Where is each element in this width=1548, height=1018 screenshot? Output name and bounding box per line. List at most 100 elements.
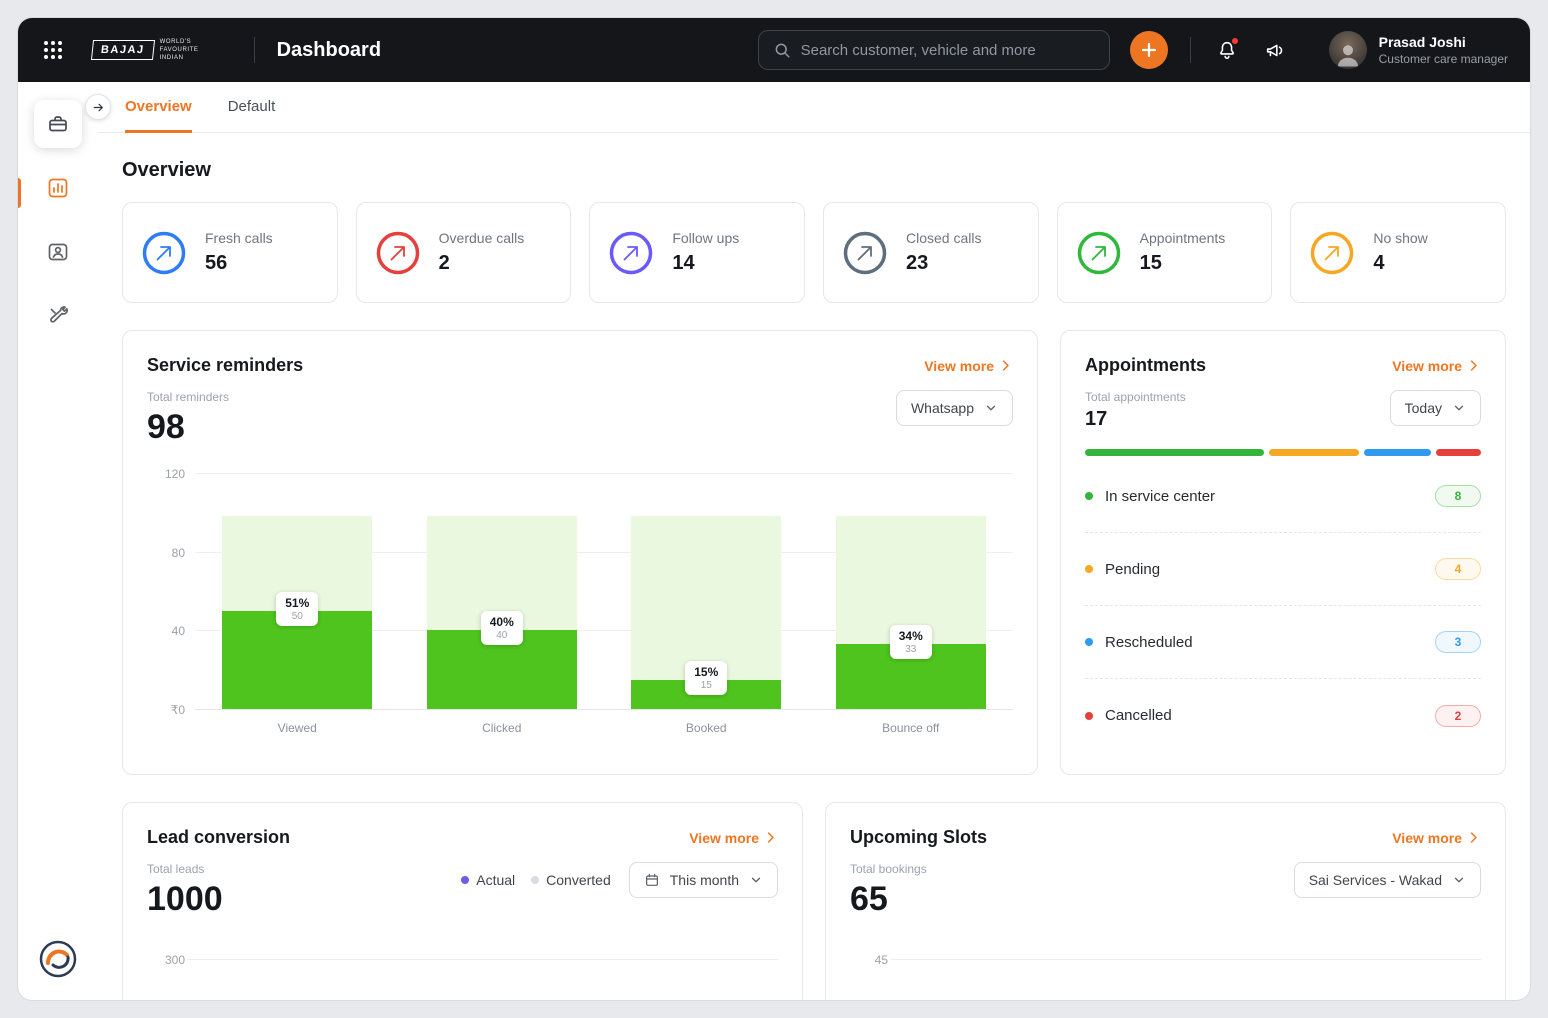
- appointments-total: Total appointments 17: [1085, 390, 1186, 431]
- view-more-label: View more: [924, 357, 994, 374]
- channel-filter-dropdown[interactable]: Whatsapp: [895, 390, 1013, 426]
- brand-roundel-logo[interactable]: [38, 939, 78, 984]
- apps-grid-button[interactable]: [40, 37, 66, 63]
- stat-label: No show: [1373, 230, 1428, 246]
- app-body: Overview Default Overview Fresh calls 56: [18, 82, 1530, 1000]
- legend-dot: [461, 876, 470, 884]
- service-reminders-card: Service reminders View more Total remind…: [122, 330, 1038, 775]
- bar-percent-label: 15%: [694, 664, 719, 679]
- middle-row: Service reminders View more Total remind…: [122, 330, 1506, 775]
- appointments-bar-segment: [1363, 449, 1432, 456]
- period-filter-dropdown[interactable]: This month: [628, 862, 778, 898]
- upcoming-slots-card: Upcoming Slots View more Total bookings …: [825, 802, 1506, 1000]
- notification-badge-dot: [1230, 37, 1239, 45]
- location-filter-dropdown[interactable]: Sai Services - Wakad: [1293, 862, 1481, 898]
- total-value: 17: [1085, 408, 1108, 430]
- upcoming-slots-chart: 45: [875, 953, 1481, 1000]
- sidebar-item-contacts[interactable]: [34, 228, 82, 276]
- stat-value: 4: [1373, 252, 1385, 274]
- x-axis-labels: Viewed Clicked Booked Bounce off: [195, 721, 1013, 735]
- stat-value: 23: [906, 252, 929, 274]
- user-menu[interactable]: Prasad Joshi Customer care manager: [1328, 31, 1508, 69]
- chevron-right-icon: [1470, 832, 1477, 843]
- bajaj-logo: BAJAJ WORLD'S FAVOURITE INDIAN: [90, 38, 214, 62]
- add-button[interactable]: [1129, 31, 1168, 69]
- status-dot: [1085, 565, 1093, 573]
- user-avatar[interactable]: [1328, 31, 1367, 69]
- trend-ring-icon: [843, 231, 887, 274]
- person-icon: [1337, 45, 1358, 67]
- bar-column-booked[interactable]: 15% 15: [631, 473, 782, 709]
- x-axis-label: Viewed: [277, 721, 317, 735]
- announcements-button[interactable]: [1261, 36, 1289, 64]
- total-value: 98: [147, 408, 185, 446]
- user-meta: Prasad Joshi Customer care manager: [1379, 34, 1508, 66]
- chevron-down-icon: [1454, 877, 1464, 883]
- bar-column-bounce-off[interactable]: 34% 33: [835, 473, 986, 709]
- stat-card-follow-ups[interactable]: Follow ups 14: [589, 202, 805, 303]
- plus-icon: [1141, 42, 1156, 58]
- y-axis-tick: 40: [171, 624, 185, 639]
- notifications-button[interactable]: [1213, 36, 1241, 64]
- bottom-row: Lead conversion View more Total leads 10…: [122, 802, 1506, 1000]
- appointments-stacked-bar: [1085, 449, 1481, 456]
- bar-count-label: 40: [496, 630, 508, 642]
- sidebar-item-services[interactable]: [34, 292, 82, 340]
- topbar-divider: [1189, 37, 1191, 63]
- service-reminders-view-more-link[interactable]: View more: [924, 358, 1013, 374]
- appointments-bar-segment: [1085, 449, 1265, 456]
- stat-label: Appointments: [1139, 230, 1226, 246]
- sidebar-item-dashboard[interactable]: [34, 164, 82, 212]
- bar-percent-label: 34%: [898, 629, 923, 644]
- stat-card-fresh-calls[interactable]: Fresh calls 56: [122, 202, 338, 303]
- bar-percent-label: 40%: [489, 615, 514, 630]
- appointments-view-more-link[interactable]: View more: [1392, 358, 1481, 374]
- sidebar-item-workshop[interactable]: [34, 100, 82, 148]
- page-title: Dashboard: [276, 38, 382, 61]
- bar-column-clicked[interactable]: 40% 40: [426, 473, 577, 709]
- sidebar-collapse-button[interactable]: [85, 94, 111, 120]
- card-title: Service reminders: [147, 355, 304, 375]
- appointment-status-row[interactable]: In service center 8: [1085, 460, 1481, 533]
- appointment-status-row[interactable]: Cancelled 2: [1085, 679, 1481, 752]
- gridline: 300: [165, 953, 778, 967]
- appointment-status-row[interactable]: Rescheduled 3: [1085, 606, 1481, 679]
- brand-roundel-icon: [39, 940, 77, 978]
- apps-grid-icon: [44, 41, 62, 59]
- y-axis-tick: 45: [874, 953, 888, 967]
- gridline-baseline: ₹0: [171, 703, 1013, 717]
- stat-value: 14: [672, 252, 695, 274]
- status-label: In service center: [1105, 487, 1216, 505]
- stat-card-no-show[interactable]: No show 4: [1290, 202, 1506, 303]
- tab-default[interactable]: Default: [228, 82, 276, 133]
- upcoming-slots-view-more-link[interactable]: View more: [1392, 830, 1481, 846]
- stat-value: 15: [1139, 252, 1162, 274]
- bar-value-tag: 15% 15: [685, 660, 728, 695]
- stat-card-closed-calls[interactable]: Closed calls 23: [823, 202, 1039, 303]
- lead-conversion-view-more-link[interactable]: View more: [689, 830, 778, 846]
- stat-label: Closed calls: [906, 230, 982, 246]
- legend-dot: [531, 876, 540, 884]
- trend-ring-icon: [1077, 231, 1120, 274]
- bar-count-label: 50: [291, 610, 303, 622]
- stat-card-appointments[interactable]: Appointments 15: [1056, 202, 1273, 303]
- trend-ring-icon: [142, 231, 186, 274]
- appointment-status-row[interactable]: Pending 4: [1085, 533, 1481, 606]
- view-more-label: View more: [1392, 357, 1462, 374]
- bar-column-viewed[interactable]: 51% 50: [222, 473, 373, 709]
- date-filter-dropdown[interactable]: Today: [1389, 390, 1481, 426]
- stat-card-overdue-calls[interactable]: Overdue calls 2: [355, 202, 572, 303]
- total-label: Total appointments: [1085, 390, 1186, 404]
- lead-conversion-total: Total leads 1000: [147, 862, 223, 919]
- tools-icon: [50, 306, 68, 323]
- status-dot: [1085, 492, 1093, 500]
- search-input[interactable]: [800, 41, 1095, 59]
- stat-label: Follow ups: [672, 230, 740, 246]
- total-label: Total reminders: [147, 390, 230, 404]
- contact-card-icon: [48, 243, 68, 261]
- status-label: Cancelled: [1105, 707, 1172, 724]
- dropdown-value: Whatsapp: [910, 400, 974, 416]
- topbar-divider: [253, 37, 255, 63]
- tab-overview[interactable]: Overview: [125, 82, 192, 133]
- service-reminders-total: Total reminders 98: [147, 390, 229, 447]
